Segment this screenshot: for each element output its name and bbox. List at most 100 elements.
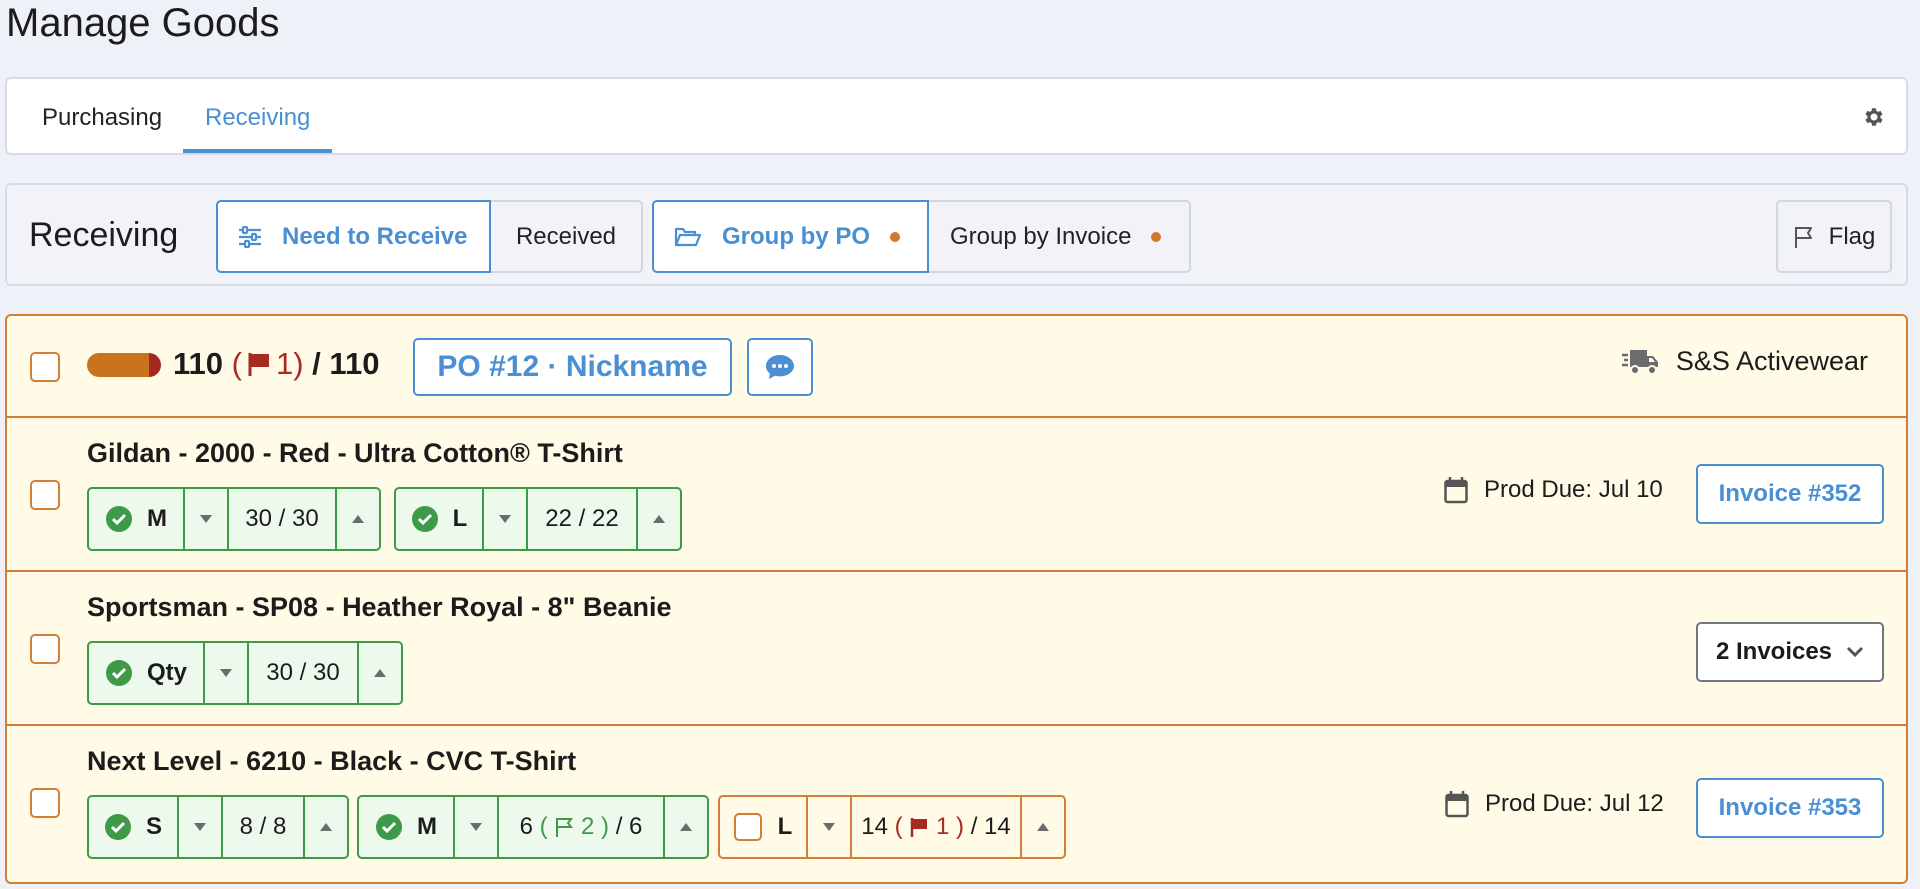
status-dot <box>1151 231 1162 242</box>
variant-stepper: L 22 / 22 <box>394 487 682 551</box>
filter-sliders-icon <box>239 225 261 248</box>
variant-checkbox[interactable] <box>733 813 762 841</box>
line-item-row: Next Level - 6210 - Black - CVC T-Shirt … <box>7 726 1906 882</box>
caret-up-icon <box>320 823 332 831</box>
increment-button[interactable] <box>1020 797 1064 857</box>
flag-outline-icon <box>556 818 574 837</box>
group-by-invoice-label: Group by Invoice <box>950 222 1132 250</box>
calendar-icon <box>1445 791 1469 818</box>
flag-label: Flag <box>1828 222 1876 250</box>
receiving-toolbar: Receiving Need to Receive Received Group… <box>5 183 1908 286</box>
variant-stepper: M 6 ( 2 ) / 6 <box>357 795 709 859</box>
caret-down-icon <box>470 823 482 831</box>
need-to-receive-label: Need to Receive <box>282 222 468 250</box>
po-group-card: 110 (1) / 110 PO #12 · Nickname S&S Acti… <box>5 314 1908 884</box>
prod-due-date: Prod Due: Jul 10 <box>1444 476 1663 504</box>
group-by-invoice-button[interactable]: Group by Invoice <box>927 200 1191 273</box>
caret-down-icon <box>220 669 232 677</box>
group-by-po-label: Group by PO <box>722 222 871 250</box>
vendor-label: S&S Activewear <box>1621 346 1868 377</box>
caret-up-icon <box>1037 823 1049 831</box>
check-circle-icon <box>106 506 132 532</box>
flag-outline-icon <box>1794 226 1812 248</box>
variant-dropdown[interactable] <box>806 797 850 857</box>
calendar-icon <box>1444 477 1468 504</box>
caret-up-icon <box>352 515 364 523</box>
variant-qty: 8 / 8 <box>221 797 303 857</box>
item-select-checkbox[interactable] <box>30 788 60 818</box>
received-button[interactable]: Received <box>489 200 643 273</box>
variant-qty: 30 / 30 <box>227 489 335 549</box>
variant-stepper: L 14 ( 1 ) / 14 <box>718 795 1066 859</box>
receive-progress-bar <box>87 353 161 377</box>
line-item-row: Gildan - 2000 - Red - Ultra Cotton® T-Sh… <box>7 418 1906 572</box>
toolbar-title: Receiving <box>29 216 179 254</box>
prod-due-date: Prod Due: Jul 12 <box>1445 790 1664 818</box>
variant-size: L <box>396 489 482 549</box>
increment-button[interactable] <box>663 797 707 857</box>
caret-up-icon <box>680 823 692 831</box>
caret-down-icon <box>200 515 212 523</box>
item-title: Gildan - 2000 - Red - Ultra Cotton® T-Sh… <box>87 438 623 468</box>
tab-receiving[interactable]: Receiving <box>183 79 333 153</box>
invoice-button[interactable]: Invoice #353 <box>1696 778 1884 838</box>
variant-size: M <box>359 797 453 857</box>
chevron-down-icon <box>1846 646 1864 658</box>
variant-size: L <box>720 797 806 857</box>
increment-button[interactable] <box>335 489 379 549</box>
variant-dropdown[interactable] <box>482 489 526 549</box>
variant-size: M <box>89 489 183 549</box>
item-select-checkbox[interactable] <box>30 480 60 510</box>
status-dot <box>890 231 901 242</box>
variant-qty: 30 / 30 <box>247 643 357 703</box>
caret-down-icon <box>499 515 511 523</box>
need-to-receive-button[interactable]: Need to Receive <box>216 200 491 273</box>
invoice-button[interactable]: Invoice #352 <box>1696 464 1884 524</box>
folder-open-icon <box>674 227 702 246</box>
received-label: Received <box>515 222 617 250</box>
received-count: 110 (1) / 110 <box>173 346 380 381</box>
page-title: Manage Goods <box>6 1 280 45</box>
flag-icon <box>248 353 269 376</box>
po-select-checkbox[interactable] <box>30 352 60 382</box>
comment-button[interactable] <box>747 338 813 396</box>
invoices-dropdown[interactable]: 2 Invoices <box>1696 622 1884 682</box>
variant-stepper: S 8 / 8 <box>87 795 349 859</box>
item-title: Sportsman - SP08 - Heather Royal - 8" Be… <box>87 592 672 622</box>
gear-icon[interactable] <box>1862 105 1886 129</box>
flag-icon <box>911 818 928 837</box>
variant-size: S <box>89 797 177 857</box>
variant-stepper: M 30 / 30 <box>87 487 381 551</box>
increment-button[interactable] <box>357 643 401 703</box>
variant-dropdown[interactable] <box>177 797 221 857</box>
variant-size: Qty <box>89 643 203 703</box>
item-select-checkbox[interactable] <box>30 634 60 664</box>
item-title: Next Level - 6210 - Black - CVC T-Shirt <box>87 746 577 776</box>
variant-qty: 14 ( 1 ) / 14 <box>850 797 1020 857</box>
check-circle-icon <box>105 660 132 686</box>
caret-up-icon <box>653 515 665 523</box>
variant-dropdown[interactable] <box>203 643 247 703</box>
increment-button[interactable] <box>636 489 680 549</box>
caret-up-icon <box>374 669 386 677</box>
po-header-row: 110 (1) / 110 PO #12 · Nickname S&S Acti… <box>7 316 1906 418</box>
po-nickname-button[interactable]: PO #12 · Nickname <box>413 338 732 396</box>
tabs-bar: Purchasing Receiving <box>5 77 1908 155</box>
variant-qty: 22 / 22 <box>526 489 636 549</box>
check-circle-icon <box>411 506 438 532</box>
increment-button[interactable] <box>303 797 347 857</box>
check-circle-icon <box>376 814 402 840</box>
chat-icon <box>766 355 794 379</box>
variant-qty: 6 ( 2 ) / 6 <box>497 797 663 857</box>
variant-dropdown[interactable] <box>183 489 227 549</box>
variant-dropdown[interactable] <box>453 797 497 857</box>
group-by-po-button[interactable]: Group by PO <box>652 200 929 273</box>
flag-button[interactable]: Flag <box>1776 200 1892 273</box>
check-circle-icon <box>104 814 131 840</box>
line-item-row: Sportsman - SP08 - Heather Royal - 8" Be… <box>7 572 1906 726</box>
caret-down-icon <box>194 823 206 831</box>
truck-fast-icon <box>1621 349 1658 375</box>
caret-down-icon <box>823 823 835 831</box>
tab-purchasing[interactable]: Purchasing <box>20 79 184 153</box>
variant-stepper: Qty 30 / 30 <box>87 641 403 705</box>
